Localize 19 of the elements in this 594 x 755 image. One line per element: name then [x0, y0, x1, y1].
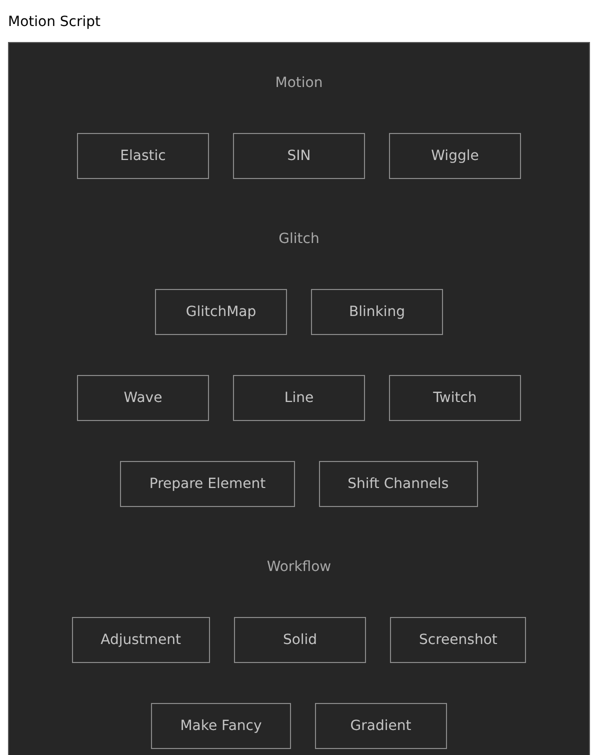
action-button[interactable]: Solid: [234, 617, 366, 663]
section-heading: Workflow: [266, 558, 332, 577]
action-button[interactable]: Shift Channels: [318, 461, 478, 507]
action-button[interactable]: Line: [233, 375, 365, 421]
action-button[interactable]: Elastic: [77, 133, 209, 179]
action-button[interactable]: Wave: [77, 375, 209, 421]
action-button[interactable]: SIN: [233, 133, 365, 179]
section-heading: Motion: [275, 74, 323, 93]
action-button[interactable]: Make Fancy: [151, 703, 291, 749]
action-button[interactable]: Prepare Element: [120, 461, 295, 507]
action-button[interactable]: Twitch: [389, 375, 521, 421]
action-button[interactable]: Screenshot: [390, 617, 526, 663]
action-button[interactable]: Blinking: [311, 289, 443, 335]
action-button[interactable]: Adjustment: [72, 617, 210, 663]
action-button[interactable]: GlitchMap: [155, 289, 287, 335]
window-title: Motion Script: [8, 13, 101, 32]
action-button[interactable]: Gradient: [314, 703, 447, 749]
action-button[interactable]: Wiggle: [389, 133, 521, 179]
section-heading: Glitch: [278, 230, 320, 249]
